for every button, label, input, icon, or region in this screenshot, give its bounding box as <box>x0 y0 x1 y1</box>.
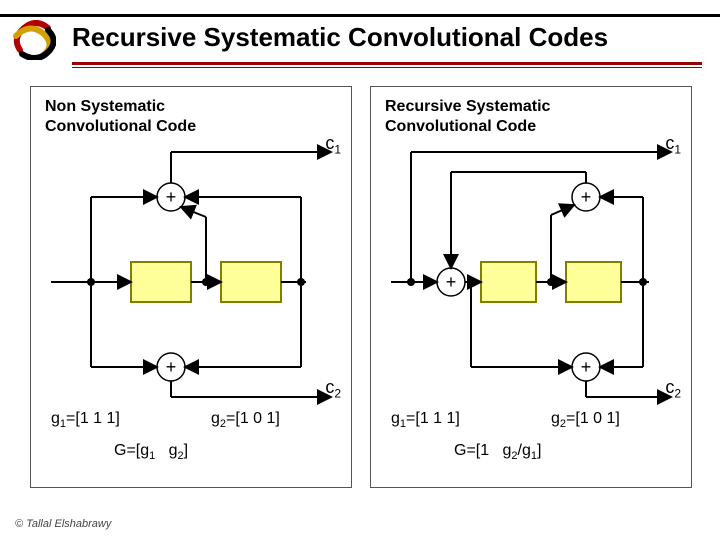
panel-non-systematic: Non Systematic Convolutional Code c1 c2 … <box>30 86 352 488</box>
svg-text:+: + <box>581 357 592 377</box>
g1-expr: g1=[1 1 1] <box>51 410 120 430</box>
encoder-diagram-right: + + + <box>371 87 691 407</box>
svg-text:+: + <box>446 272 457 292</box>
g2-expr: g2=[1 0 1] <box>551 410 620 430</box>
logo-icon <box>10 20 56 60</box>
G-expr: G=[1 g2/g1] <box>454 442 541 462</box>
title-underline <box>72 62 702 68</box>
g1-expr: g1=[1 1 1] <box>391 410 460 430</box>
encoder-diagram-left: + + <box>31 87 351 407</box>
svg-text:+: + <box>166 187 177 207</box>
G-expr: G=[g1 g2] <box>114 442 188 462</box>
copyright-footer: © Tallal Elshabrawy <box>15 518 111 530</box>
slide-title: Recursive Systematic Convolutional Codes <box>72 22 608 53</box>
panel-recursive-systematic: Recursive Systematic Convolutional Code … <box>370 86 692 488</box>
svg-text:+: + <box>581 187 592 207</box>
top-rule <box>0 14 720 17</box>
svg-text:+: + <box>166 357 177 377</box>
g2-expr: g2=[1 0 1] <box>211 410 280 430</box>
slide: Recursive Systematic Convolutional Codes… <box>0 0 720 540</box>
